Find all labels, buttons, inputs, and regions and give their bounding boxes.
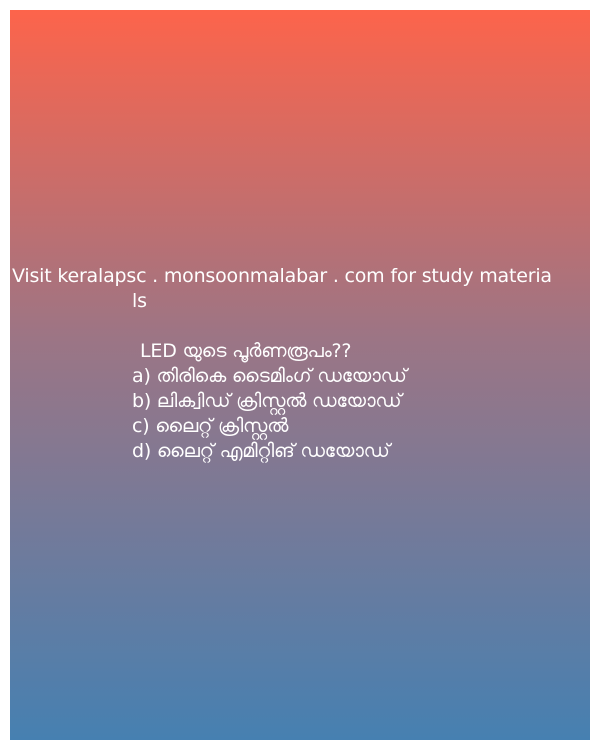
option-d: d) ലൈറ്റ് എമിറ്റിങ് ഡയോഡ് [132, 440, 390, 462]
site-promo-line-continued: ls [132, 290, 147, 312]
question-text: LED യുടെ പൂർണരൂപം?? [140, 340, 352, 362]
option-c: c) ലൈറ്റ് ക്രിസ്റ്റൽ [132, 415, 289, 437]
option-b: b) ലിക്വിഡ് ക്രിസ്റ്റൽ ഡയോഡ് [132, 390, 402, 412]
site-promo-line: Visit keralapsc . monsoonmalabar . com f… [12, 265, 552, 287]
option-a: a) തിരികെ ടൈമിംഗ് ഡയോഡ് [132, 365, 407, 387]
quiz-content: Visit keralapsc . monsoonmalabar . com f… [10, 264, 590, 464]
quiz-card: Visit keralapsc . monsoonmalabar . com f… [10, 10, 590, 740]
